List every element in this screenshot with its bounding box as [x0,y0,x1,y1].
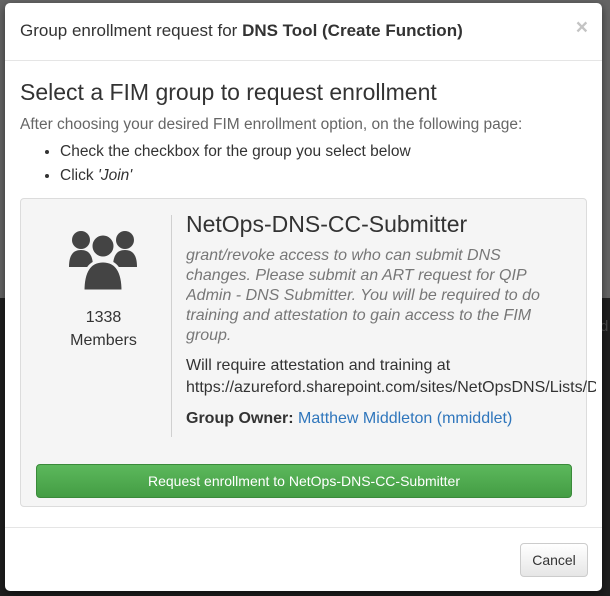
group-details: NetOps-DNS-CC-Submitter grant/revoke acc… [186,211,596,428]
section-heading: Select a FIM group to request enrollment [20,79,437,105]
attestation-note: Will require attestation and training at… [186,355,596,399]
modal-header: Group enrollment request for DNS Tool (C… [5,3,602,61]
attestation-url: https://azureford.sharepoint.com/sites/N… [186,379,596,396]
instruction-step-2: Click 'Join' [60,166,587,186]
modal-title-prefix: Group enrollment request for [20,21,243,40]
card-divider [171,215,172,437]
modal-title: Group enrollment request for DNS Tool (C… [20,21,587,41]
instruction-step-2-join: 'Join' [97,167,133,184]
instruction-list: Check the checkbox for the group you sel… [20,142,587,186]
instruction-step-1: Check the checkbox for the group you sel… [60,142,587,162]
group-owner-label: Group Owner: [186,410,294,427]
group-summary: 1338 Members [21,199,171,439]
group-owner-link[interactable]: Matthew Middleton (mmiddlet) [298,410,512,427]
intro-text: After choosing your desired FIM enrollme… [20,116,523,133]
group-name: NetOps-DNS-CC-Submitter [186,211,468,237]
instruction-step-2-prefix: Click [60,167,98,184]
users-icon [68,227,138,298]
cancel-button[interactable]: Cancel [520,543,588,577]
enrollment-modal: Group enrollment request for DNS Tool (C… [5,3,602,591]
group-owner: Group Owner: Matthew Middleton (mmiddlet… [186,410,596,428]
group-card: 1338 Members NetOps-DNS-CC-Submitter gra… [20,198,596,507]
modal-footer: Cancel [5,527,602,591]
member-count-label: Members [70,332,137,349]
member-count: 1338 Members [21,306,186,352]
modal-body: Select a FIM group to request enrollment… [5,61,602,507]
modal-title-tool: DNS Tool (Create Function) [242,21,463,40]
attestation-text: Will require attestation and training at [186,357,451,374]
member-count-value: 1338 [85,309,122,326]
group-description: grant/revoke access to who can submit DN… [186,247,540,344]
request-enrollment-button[interactable]: Request enrollment to NetOps-DNS-CC-Subm… [36,464,572,498]
close-button[interactable]: × [576,17,588,38]
